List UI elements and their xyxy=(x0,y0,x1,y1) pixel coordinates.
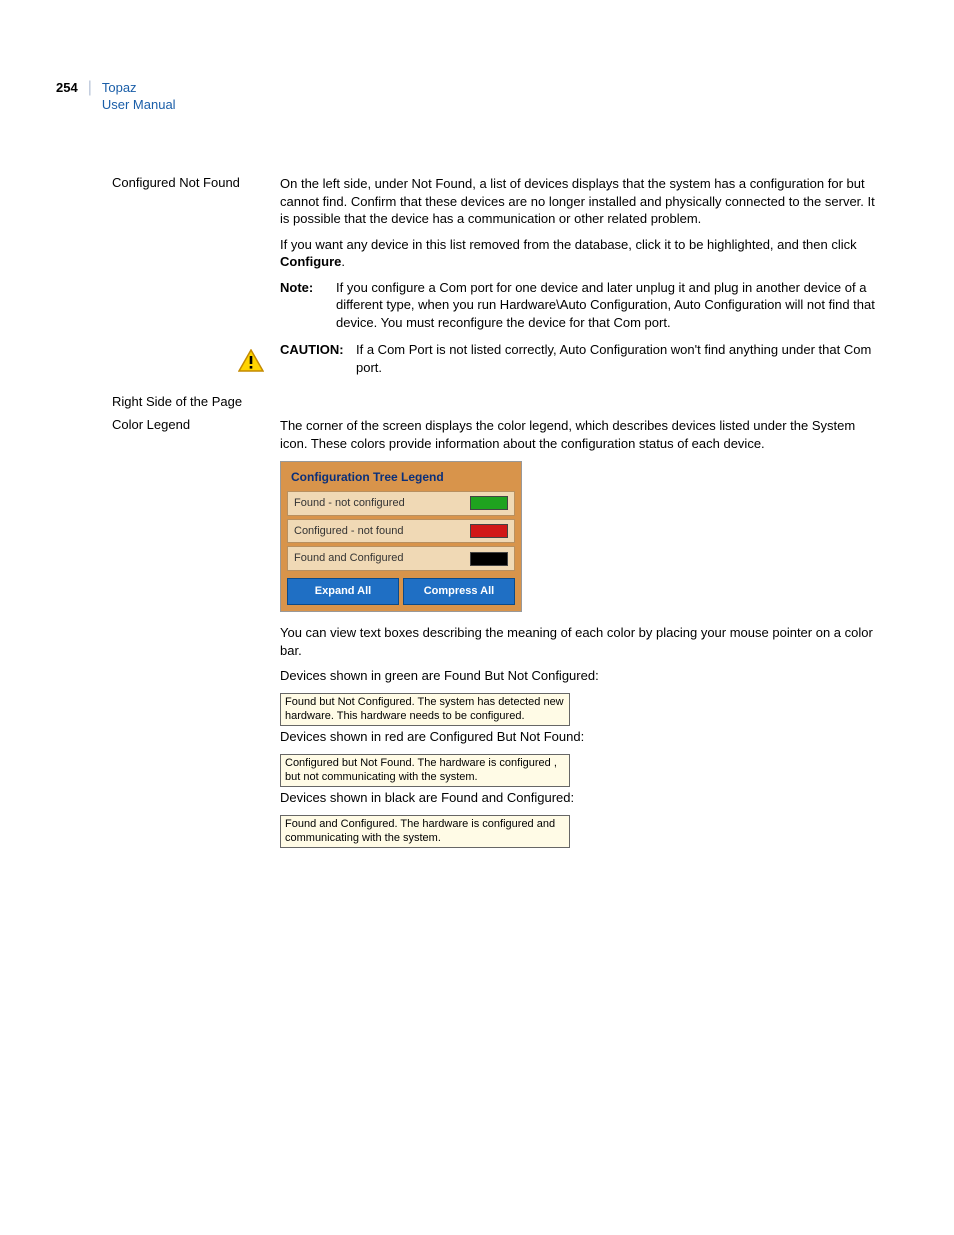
paragraph: Devices shown in red are Configured But … xyxy=(280,728,882,746)
tooltip-green: Found but Not Configured. The system has… xyxy=(280,693,570,727)
text: If you want any device in this list remo… xyxy=(280,237,857,252)
legend-box: Configuration Tree Legend Found - not co… xyxy=(280,461,522,613)
section-label: Color Legend xyxy=(112,417,280,432)
section-color-legend: Color Legend The corner of the screen di… xyxy=(112,417,882,850)
caution-text: If a Com Port is not listed correctly, A… xyxy=(356,341,882,376)
text-bold: Configure xyxy=(280,254,341,269)
page-number: 254 xyxy=(56,80,78,95)
legend-swatch-black xyxy=(470,552,508,566)
section-configured-not-found: Configured Not Found On the left side, u… xyxy=(112,175,882,386)
caution-block: CAUTION: If a Com Port is not listed cor… xyxy=(280,341,882,376)
section-body: The corner of the screen displays the co… xyxy=(280,417,882,850)
note-label: Note: xyxy=(280,279,336,297)
header-title-line2: User Manual xyxy=(102,97,176,114)
section-label: Configured Not Found xyxy=(112,175,280,190)
legend-label: Found and Configured xyxy=(294,551,403,566)
note-text: If you configure a Com port for one devi… xyxy=(336,279,882,332)
legend-label: Configured - not found xyxy=(294,524,403,539)
tooltip-black: Found and Configured. The hardware is co… xyxy=(280,815,570,849)
section-right-side: Right Side of the Page xyxy=(112,394,882,409)
caution-row: CAUTION: If a Com Port is not listed cor… xyxy=(280,341,882,376)
legend-buttons: Expand All Compress All xyxy=(281,574,521,611)
tooltip-red: Configured but Not Found. The hardware i… xyxy=(280,754,570,788)
legend-row-red: Configured - not found xyxy=(287,519,515,544)
header-title-line1: Topaz xyxy=(102,80,176,97)
expand-all-button[interactable]: Expand All xyxy=(287,578,399,605)
note-block: Note: If you configure a Com port for on… xyxy=(280,279,882,332)
paragraph: The corner of the screen displays the co… xyxy=(280,417,882,452)
caution-label: CAUTION: xyxy=(280,341,356,359)
legend-label: Found - not configured xyxy=(294,496,405,511)
paragraph: You can view text boxes describing the m… xyxy=(280,624,882,659)
compress-all-button[interactable]: Compress All xyxy=(403,578,515,605)
caution-icon xyxy=(238,349,264,378)
page-header: 254 | Topaz User Manual xyxy=(56,80,176,114)
legend-row-green: Found - not configured xyxy=(287,491,515,516)
paragraph: If you want any device in this list remo… xyxy=(280,236,882,271)
section-body: On the left side, under Not Found, a lis… xyxy=(280,175,882,386)
legend-swatch-green xyxy=(470,496,508,510)
legend-title: Configuration Tree Legend xyxy=(281,462,521,491)
page-content: Configured Not Found On the left side, u… xyxy=(112,175,882,858)
paragraph: On the left side, under Not Found, a lis… xyxy=(280,175,882,228)
text: . xyxy=(341,254,345,269)
legend-row-black: Found and Configured xyxy=(287,546,515,571)
header-separator: | xyxy=(88,80,92,96)
legend-swatch-red xyxy=(470,524,508,538)
paragraph: Devices shown in green are Found But Not… xyxy=(280,667,882,685)
section-label: Right Side of the Page xyxy=(112,394,280,409)
header-title: Topaz User Manual xyxy=(102,80,176,114)
paragraph: Devices shown in black are Found and Con… xyxy=(280,789,882,807)
